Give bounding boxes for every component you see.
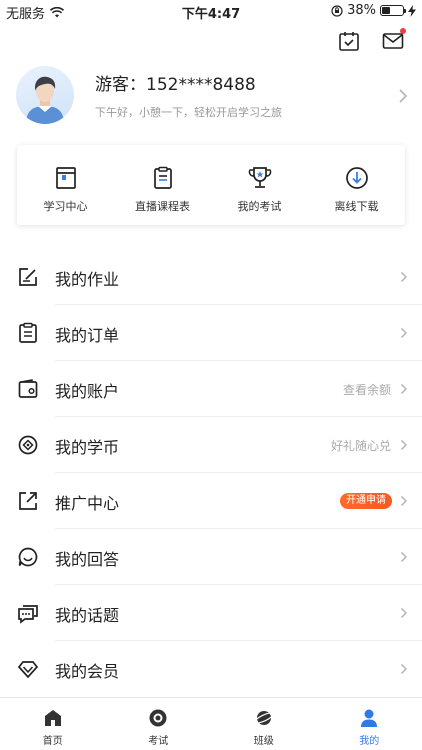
- top-actions: [338, 28, 406, 52]
- person-icon: [361, 709, 378, 727]
- tab-label: 班级: [253, 736, 274, 747]
- quick-item-my-exams[interactable]: 我的考试: [211, 145, 308, 225]
- clipboard-icon: [153, 166, 172, 189]
- menu-label: 我的订单: [55, 326, 120, 345]
- quick-item-study-center[interactable]: 学习中心: [17, 145, 114, 225]
- bottom-tabbar: 首页 考试 班级 我的: [0, 697, 422, 750]
- menu-item-account[interactable]: 我的账户 查看余额: [0, 361, 422, 417]
- menu-list: 我的作业 我的订单 我的账户 查看余额 我的学币 好礼随心兑 推广中心 开通申请…: [0, 249, 422, 697]
- menu-item-membership[interactable]: 我的会员: [0, 641, 422, 697]
- download-icon: [345, 167, 368, 189]
- menu-right-hint: 查看余额: [342, 383, 391, 397]
- menu-label: 我的会员: [55, 662, 120, 681]
- chevron-right-icon: [400, 327, 408, 339]
- menu-label: 推广中心: [55, 494, 120, 513]
- quick-label: 我的考试: [237, 200, 282, 213]
- avatar[interactable]: [16, 66, 74, 124]
- tab-class[interactable]: 班级: [211, 698, 317, 750]
- messages-button[interactable]: [382, 28, 406, 52]
- chat-icon: [18, 547, 38, 567]
- calendar-check-icon: [339, 32, 359, 51]
- coin-icon: [18, 435, 38, 455]
- avatar-person-icon: [26, 76, 64, 124]
- tab-home[interactable]: 首页: [0, 698, 106, 750]
- menu-item-topics[interactable]: 我的话题: [0, 585, 422, 641]
- notification-dot: [400, 28, 406, 34]
- battery-percent: 38%: [347, 3, 376, 18]
- tab-exam[interactable]: 考试: [106, 698, 212, 750]
- quick-label: 直播课程表: [135, 200, 190, 213]
- chevron-right-icon: [400, 383, 408, 395]
- quick-label: 学习中心: [43, 200, 88, 213]
- menu-item-orders[interactable]: 我的订单: [0, 305, 422, 361]
- quick-item-live-schedule[interactable]: 直播课程表: [114, 145, 211, 225]
- planet-icon: [253, 711, 274, 725]
- menu-item-answers[interactable]: 我的回答: [0, 529, 422, 585]
- diamond-icon: [17, 661, 39, 679]
- chevron-right-icon: [400, 271, 408, 283]
- chevron-right-icon: [400, 607, 408, 619]
- tab-label: 考试: [148, 736, 169, 747]
- share-icon: [19, 492, 37, 510]
- menu-label: 我的作业: [55, 270, 120, 289]
- battery-icon: [380, 5, 406, 16]
- book-icon: [55, 167, 76, 189]
- apply-badge[interactable]: 开通申请: [340, 493, 392, 509]
- order-icon: [19, 322, 37, 343]
- calendar-checkin-button[interactable]: [338, 30, 360, 52]
- battery-level: [382, 7, 390, 14]
- menu-label: 我的回答: [55, 550, 120, 569]
- charging-icon: [408, 4, 416, 17]
- chevron-right-icon: [400, 663, 408, 675]
- profile-greeting: 下午好，小憩一下，轻松开启学习之旅: [95, 106, 282, 119]
- tab-mine[interactable]: 我的: [317, 698, 422, 750]
- profile-name: 游客：152****8488: [95, 75, 256, 95]
- topic-icon: [18, 605, 38, 624]
- chevron-right-icon: [400, 495, 408, 507]
- exam-icon: [149, 709, 167, 727]
- tab-label: 我的: [359, 736, 380, 747]
- quick-actions-card: 学习中心 直播课程表 我的考试 离线下载: [17, 145, 405, 225]
- menu-label: 我的账户: [55, 382, 120, 401]
- wallet-icon: [18, 379, 38, 398]
- chevron-right-icon: [400, 551, 408, 563]
- tab-label: 首页: [42, 736, 63, 747]
- chevron-right-icon[interactable]: [398, 88, 408, 104]
- menu-item-homework[interactable]: 我的作业: [0, 249, 422, 305]
- menu-label: 我的学币: [55, 438, 120, 457]
- menu-item-coins[interactable]: 我的学币 好礼随心兑: [0, 417, 422, 473]
- menu-item-promotion[interactable]: 推广中心 开通申请: [0, 473, 422, 529]
- quick-item-offline-download[interactable]: 离线下载: [308, 145, 405, 225]
- menu-right-hint: 好礼随心兑: [330, 439, 391, 453]
- quick-label: 离线下载: [334, 200, 379, 213]
- home-icon: [44, 710, 61, 726]
- profile-header[interactable]: 游客：152****8488 下午好，小憩一下，轻松开启学习之旅: [0, 60, 422, 140]
- chevron-right-icon: [400, 439, 408, 451]
- status-right: 38%: [331, 3, 416, 18]
- rotation-lock-icon: [331, 4, 343, 17]
- status-bar: 无服务 下午4:47 38%: [0, 0, 422, 22]
- edit-icon: [19, 268, 37, 286]
- menu-label: 我的话题: [55, 606, 120, 625]
- trophy-icon: [248, 167, 271, 188]
